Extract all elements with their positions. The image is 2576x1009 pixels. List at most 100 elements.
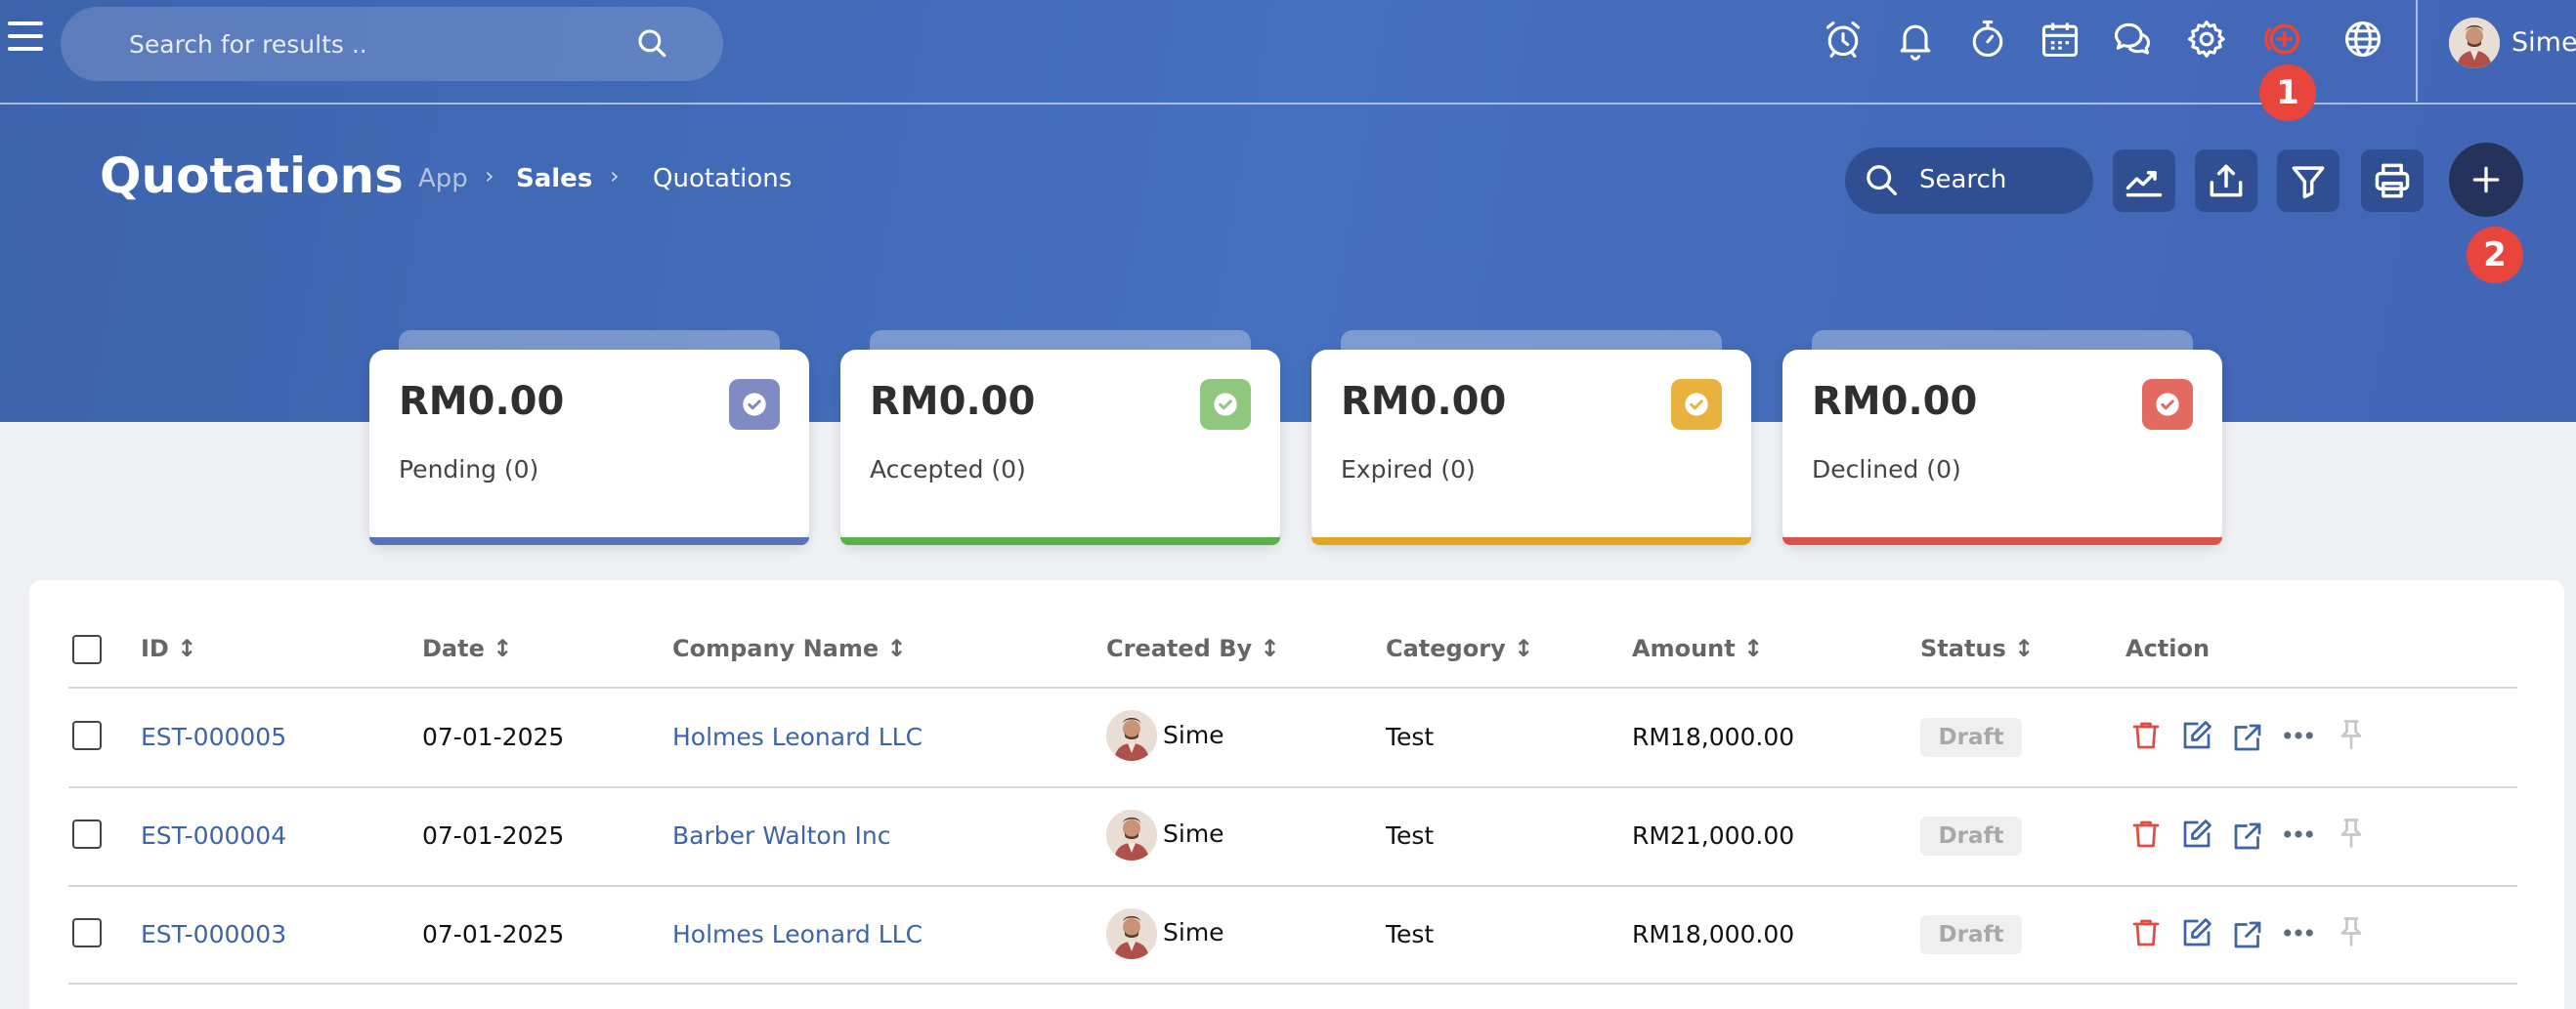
external-link-icon[interactable] [2230,819,2265,854]
card-label: Pending (0) [399,455,539,483]
pin-icon[interactable] [2334,816,2369,851]
callout-number-2: 2 [2467,227,2523,283]
quotation-id-link[interactable]: EST-000004 [141,821,286,850]
row-date: 07-01-2025 [422,821,565,850]
summary-card-declined: RM0.00 Declined (0) [1782,330,2222,545]
avatar [1106,710,1157,761]
summary-card-pending: RM0.00 Pending (0) [369,330,809,545]
globe-icon[interactable] [2341,18,2384,61]
global-search-input[interactable] [129,7,657,81]
column-header-id[interactable]: ID ↕ [141,635,196,662]
creator-name: Sime [1163,918,1224,946]
check-badge-icon [1200,379,1251,430]
column-header-status[interactable]: Status ↕ [1920,635,2034,662]
row-category: Test [1386,821,1435,850]
card-amount: RM0.00 [1341,379,1507,424]
global-search[interactable] [61,7,723,81]
breadcrumb-sales[interactable]: Sales [516,164,592,193]
menu-icon[interactable] [8,21,43,53]
row-category: Test [1386,723,1435,751]
column-header-date[interactable]: Date ↕ [422,635,512,662]
pin-icon[interactable] [2334,717,2369,752]
bell-icon[interactable] [1894,18,1937,61]
company-link[interactable]: Holmes Leonard LLC [672,723,923,751]
row-amount: RM18,000.00 [1632,723,1795,751]
top-bar: 1 Sime [0,0,2576,121]
upload-icon [2210,164,2243,197]
status-badge: Draft [1920,915,2022,954]
chart-button[interactable] [2113,149,2175,212]
row-checkbox[interactable] [72,918,102,947]
column-header-category[interactable]: Category ↕ [1386,635,1533,662]
trash-icon[interactable] [2128,915,2164,950]
avatar [1106,908,1157,959]
trash-icon[interactable] [2128,817,2164,852]
user-name[interactable]: Sime [2512,27,2576,58]
print-button[interactable] [2361,149,2424,212]
quotation-id-link[interactable]: EST-000005 [141,723,286,751]
page-search-label: Search [1919,165,2007,194]
row-divider [68,885,2517,887]
external-link-icon[interactable] [2230,917,2265,952]
row-divider [68,983,2517,985]
search-icon [1867,165,1897,195]
add-circle-icon[interactable] [2261,18,2304,61]
more-icon[interactable] [2281,915,2316,950]
add-quotation-button[interactable] [2449,143,2523,217]
edit-icon[interactable] [2179,817,2214,852]
breadcrumb-separator: › [610,162,620,189]
company-link[interactable]: Holmes Leonard LLC [672,920,923,948]
edit-icon[interactable] [2179,718,2214,753]
header-divider [68,687,2517,689]
upload-button[interactable] [2195,149,2257,212]
search-icon[interactable] [635,26,668,63]
card-label: Accepted (0) [870,455,1026,483]
row-amount: RM21,000.00 [1632,821,1795,850]
row-date: 07-01-2025 [422,920,565,948]
card-label: Declined (0) [1812,455,1961,483]
select-all-checkbox[interactable] [72,635,102,664]
gear-icon[interactable] [2185,18,2228,61]
breadcrumb-app[interactable]: App [418,164,468,193]
row-category: Test [1386,920,1435,948]
check-badge-icon [729,379,780,430]
card-label: Expired (0) [1341,455,1476,483]
card-amount: RM0.00 [870,379,1036,424]
filter-button[interactable] [2277,149,2340,212]
edit-icon[interactable] [2179,915,2214,950]
trash-icon[interactable] [2128,718,2164,753]
chart-icon [2125,171,2163,197]
chat-icon[interactable] [2111,18,2154,61]
alarm-icon[interactable] [1822,18,1865,61]
summary-card-expired: RM0.00 Expired (0) [1311,330,1751,545]
breadcrumb-separator: › [485,162,494,189]
row-checkbox[interactable] [72,820,102,849]
summary-card-accepted: RM0.00 Accepted (0) [840,330,1280,545]
quotation-id-link[interactable]: EST-000003 [141,920,286,948]
calendar-icon[interactable] [2039,18,2082,61]
external-link-icon[interactable] [2230,720,2265,755]
print-icon [2375,163,2410,198]
company-link[interactable]: Barber Walton Inc [672,821,890,850]
row-checkbox[interactable] [72,721,102,750]
more-icon[interactable] [2281,718,2316,753]
more-icon[interactable] [2281,817,2316,852]
page-search-button[interactable]: Search [1845,147,2093,214]
callout-number-1: 1 [2259,64,2316,121]
column-header-amount[interactable]: Amount ↕ [1632,635,1763,662]
plus-icon [2472,166,2500,193]
column-header-created-by[interactable]: Created By ↕ [1106,635,1280,662]
card-amount: RM0.00 [399,379,565,424]
row-amount: RM18,000.00 [1632,920,1795,948]
card-amount: RM0.00 [1812,379,1978,424]
creator-name: Sime [1163,820,1224,848]
avatar [1106,810,1157,861]
filter-icon [2292,166,2325,199]
pin-icon[interactable] [2334,914,2369,949]
avatar[interactable] [2449,18,2500,68]
check-badge-icon [2142,379,2193,430]
column-header-company[interactable]: Company Name ↕ [672,635,907,662]
timer-icon[interactable] [1966,18,2009,61]
topbar-divider [2416,0,2418,102]
row-date: 07-01-2025 [422,723,565,751]
